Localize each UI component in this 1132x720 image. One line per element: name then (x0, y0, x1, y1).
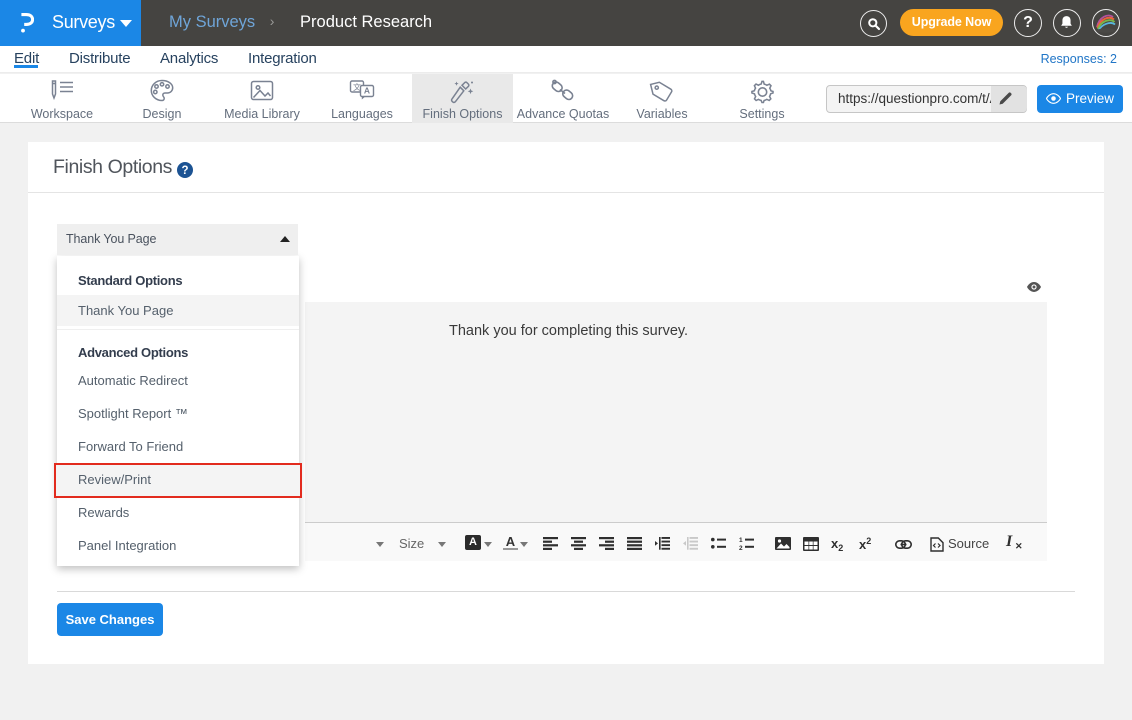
svg-text:1: 1 (739, 537, 743, 544)
svg-text:?: ? (181, 165, 188, 177)
svg-text:文: 文 (353, 82, 361, 92)
svg-text:A: A (364, 86, 370, 96)
svg-text:2: 2 (739, 545, 743, 550)
